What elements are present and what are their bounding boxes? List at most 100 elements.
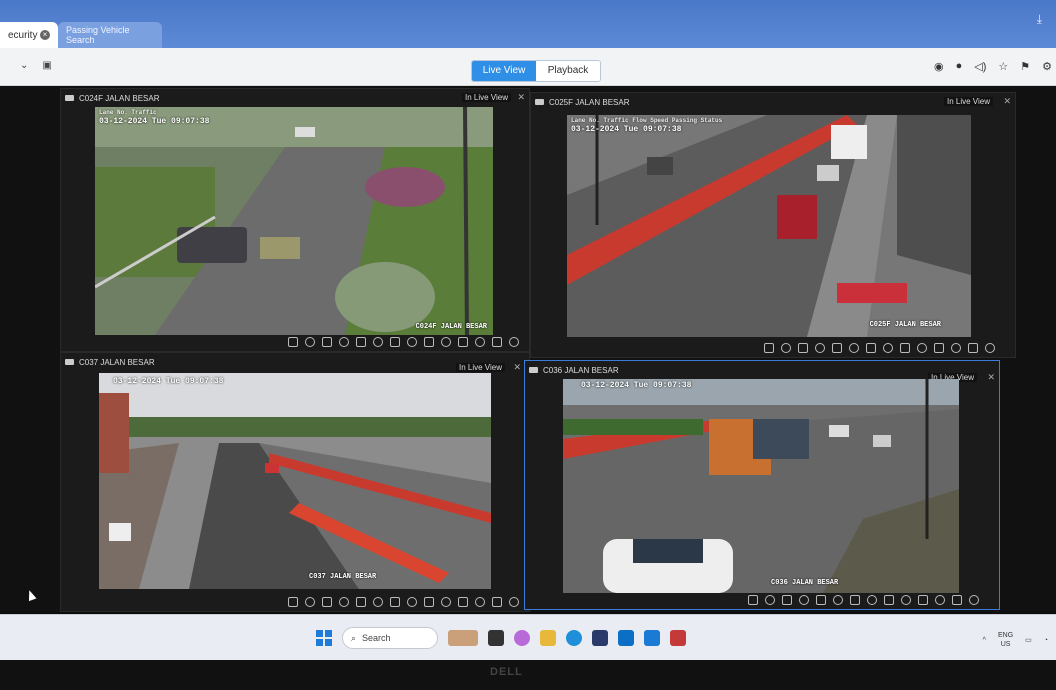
tab-security[interactable]: ecurity × [0,22,58,48]
camera-pane[interactable]: C025F JALAN BESAR In Live View ✕ Lane No… [530,92,1016,358]
mic-icon[interactable] [832,343,842,353]
alarm-icon[interactable] [441,597,451,607]
zoom-icon[interactable] [373,597,383,607]
close-icon[interactable]: ✕ [517,92,525,103]
chevron-up-icon[interactable]: ^ [983,637,986,644]
app-icon[interactable] [670,630,686,646]
live-status: In Live View [456,363,505,372]
close-icon[interactable]: ✕ [987,372,995,383]
zoom-icon[interactable] [833,595,843,605]
alarm-icon[interactable] [441,337,451,347]
snapshot-icon[interactable] [764,343,774,353]
export-icon[interactable] [492,337,502,347]
grid-icon[interactable] [850,595,860,605]
video-feed[interactable]: 03-12-2024 Tue 09:07:38 C036 JALAN BESAR [563,379,959,593]
dell-icon[interactable] [618,630,634,646]
stream-icon[interactable] [424,597,434,607]
audio-icon[interactable] [458,597,468,607]
widgets-icon[interactable] [448,630,478,646]
audio-icon[interactable] [458,337,468,347]
layout-icon[interactable] [407,597,417,607]
stream-icon[interactable] [900,343,910,353]
audio-icon[interactable] [918,595,928,605]
flag-icon[interactable]: ⚑ [1020,60,1030,73]
record-icon[interactable] [781,343,791,353]
ptz-icon[interactable] [782,595,792,605]
gear-icon[interactable]: ⚙ [1042,60,1052,73]
playback-icon[interactable] [815,343,825,353]
playback-icon[interactable] [339,597,349,607]
video-feed[interactable]: Lane No. Traffic Flow Speed Passing Stat… [567,115,971,337]
layout-icon[interactable] [407,337,417,347]
video-feed[interactable]: 03-12-2024 Tue 09:07:38 C037 JALAN BESAR [99,373,491,589]
layout-icon[interactable] [867,595,877,605]
live-view-button[interactable]: Live View [472,61,536,81]
task-view-icon[interactable] [488,630,504,646]
close-icon[interactable]: × [40,30,50,40]
audio-icon[interactable] [934,343,944,353]
export-icon[interactable] [952,595,962,605]
lock-icon[interactable] [985,343,995,353]
network-icon[interactable]: ◔ [1044,637,1048,644]
camera-icon[interactable]: ◉ [934,60,944,73]
grid-icon[interactable] [390,337,400,347]
taskbar-search[interactable]: ⌕ Search [342,627,438,649]
lock-icon[interactable] [509,597,519,607]
stream-icon[interactable] [424,337,434,347]
playback-button[interactable]: Playback [536,61,600,81]
snapshot-icon[interactable] [288,597,298,607]
chat-icon[interactable] [475,337,485,347]
camera-pane-selected[interactable]: C036 JALAN BESAR In Live View ✕ 03-12-20… [524,360,1000,610]
lock-icon[interactable] [509,337,519,347]
mic-icon[interactable] [816,595,826,605]
tab-passing-vehicle-search[interactable]: Passing Vehicle Search [58,22,162,48]
edge-icon[interactable] [566,630,582,646]
export-icon[interactable] [492,597,502,607]
lock-icon[interactable] [969,595,979,605]
camera-pane[interactable]: C037 JALAN BESAR In Live View ✕ 03-12-20… [60,352,530,612]
record-icon[interactable] [765,595,775,605]
chat-icon[interactable] [951,343,961,353]
pane-controls [764,341,995,355]
star-icon[interactable]: ☆ [998,60,1008,73]
mic-icon[interactable] [356,597,366,607]
record-icon[interactable]: ● [956,60,963,73]
chat-icon[interactable] [935,595,945,605]
stream-icon[interactable] [884,595,894,605]
layout-icon[interactable] [883,343,893,353]
mic-icon[interactable] [356,337,366,347]
playback-icon[interactable] [339,337,349,347]
monitor-icon[interactable]: ▭ [1025,636,1032,644]
ptz-icon[interactable] [322,337,332,347]
store-icon[interactable] [592,630,608,646]
alarm-icon[interactable] [901,595,911,605]
snapshot-icon[interactable] [288,337,298,347]
chat-icon[interactable] [475,597,485,607]
audio-icon[interactable]: ◁) [974,60,986,73]
outlook-icon[interactable] [644,630,660,646]
camera-pane[interactable]: C024F JALAN BESAR In Live View ✕ Lane No… [60,88,530,352]
grid-icon[interactable] [866,343,876,353]
playback-icon[interactable] [799,595,809,605]
snapshot-icon[interactable] [748,595,758,605]
chevron-down-icon[interactable]: ⌄ [20,60,28,71]
record-icon[interactable] [305,337,315,347]
alarm-icon[interactable] [917,343,927,353]
zoom-icon[interactable] [849,343,859,353]
grid-icon[interactable] [390,597,400,607]
save-icon[interactable]: ▣ [42,60,51,71]
copilot-icon[interactable] [514,630,530,646]
zoom-icon[interactable] [373,337,383,347]
ptz-icon[interactable] [322,597,332,607]
close-icon[interactable]: ✕ [1003,96,1011,107]
close-icon[interactable]: ✕ [513,362,521,373]
osd-info: Lane No. Traffic [99,109,157,116]
file-explorer-icon[interactable] [540,630,556,646]
record-icon[interactable] [305,597,315,607]
export-icon[interactable] [968,343,978,353]
video-feed[interactable]: Lane No. Traffic 03-12-2024 Tue 09:07:38… [95,107,493,335]
download-icon[interactable]: ⤓ [1037,12,1042,27]
start-button[interactable] [316,630,332,646]
language-indicator[interactable]: ENG US [998,631,1013,649]
ptz-icon[interactable] [798,343,808,353]
